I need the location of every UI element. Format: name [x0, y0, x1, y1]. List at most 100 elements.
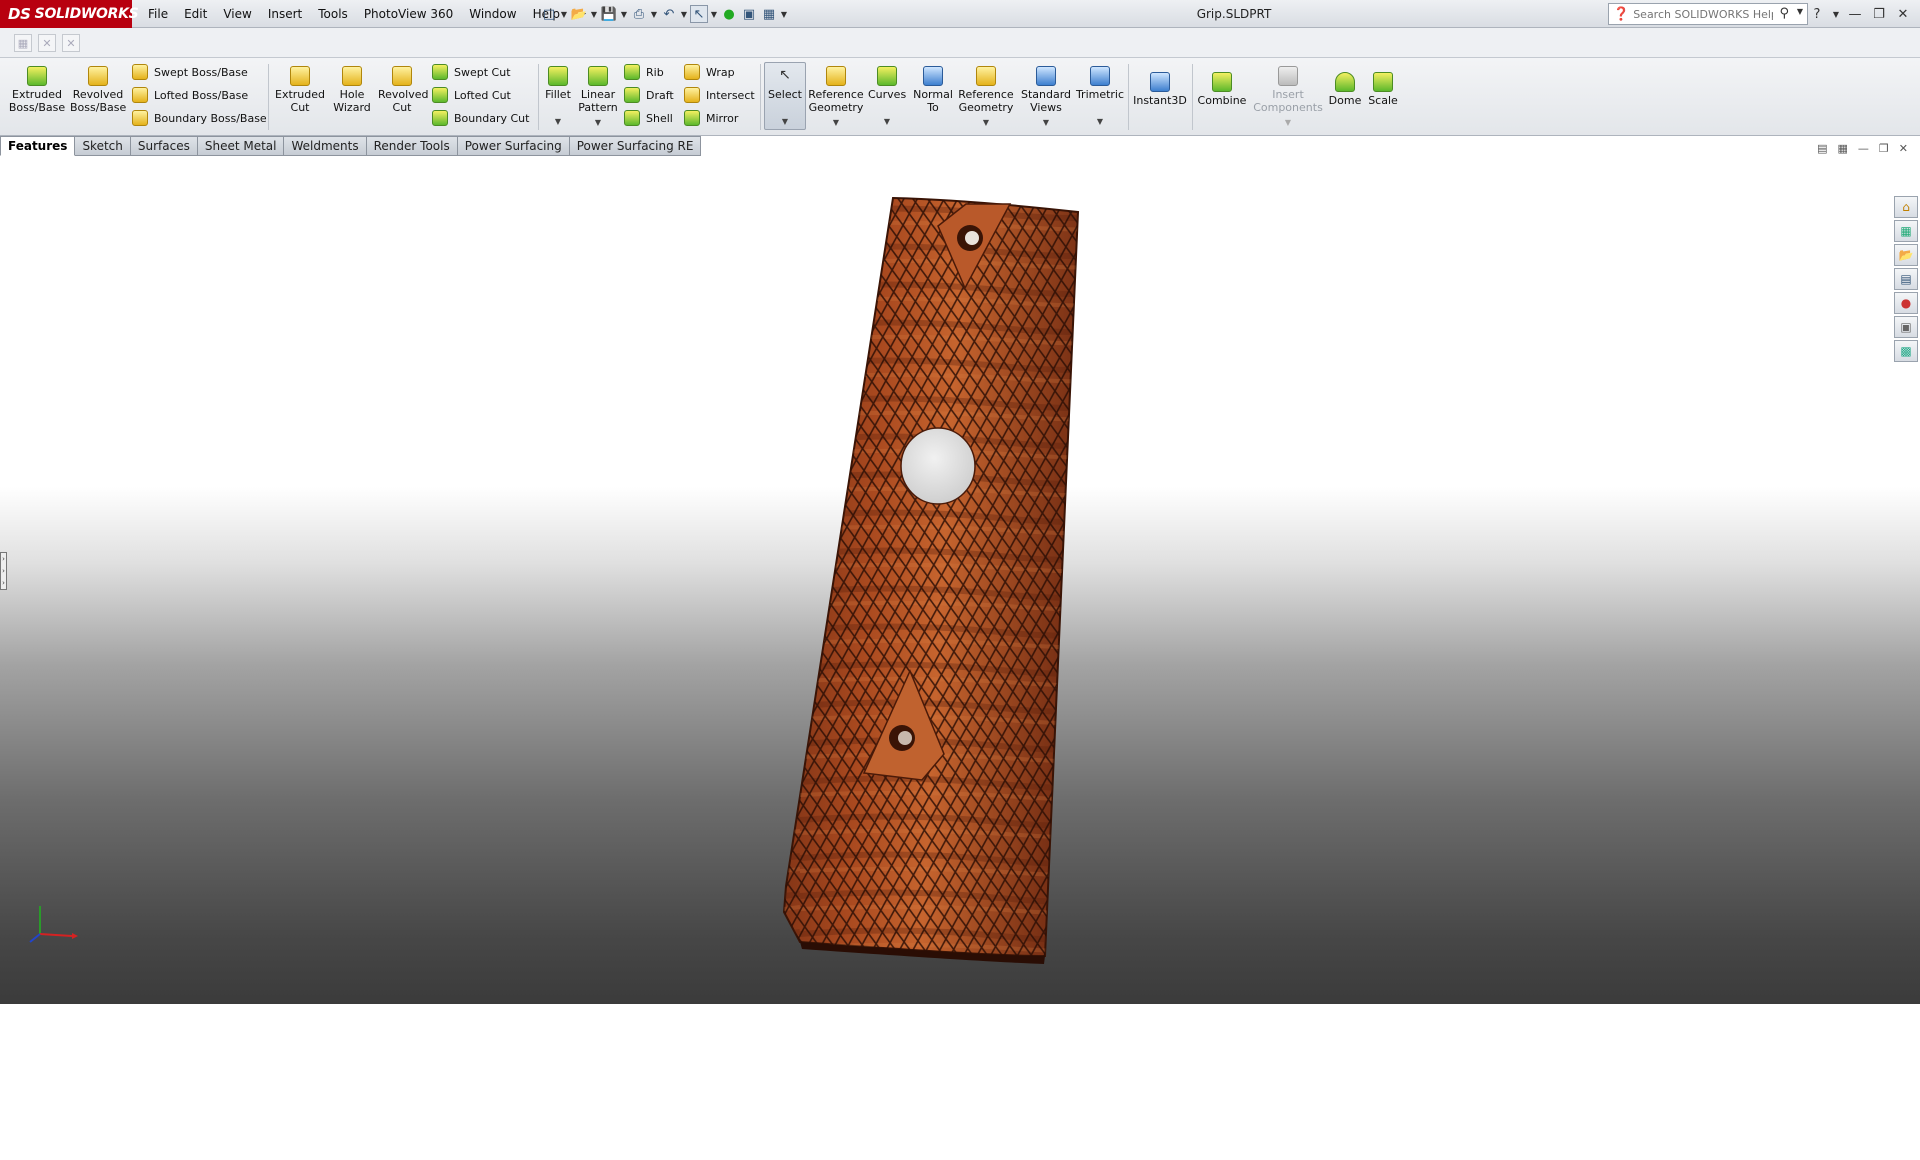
new-dropdown-icon[interactable]: ▼ [560, 5, 568, 23]
print-icon[interactable]: ⎙ [630, 5, 648, 23]
linear-pattern-button[interactable]: Linear Pattern ▼ [578, 66, 618, 129]
insert-components-dropdown-icon[interactable]: ▼ [1252, 116, 1324, 129]
select-button[interactable]: ↖ Select ▼ [764, 62, 806, 130]
shell-button[interactable]: Shell [624, 108, 673, 128]
tile-horizontal-icon[interactable]: ▤ [1817, 142, 1827, 155]
standard-views-dropdown-icon[interactable]: ▼ [1018, 116, 1074, 129]
menu-view[interactable]: View [215, 7, 259, 21]
help-icon[interactable]: ? [1808, 7, 1826, 22]
scale-button[interactable]: Scale [1366, 72, 1400, 107]
open-folder-icon[interactable]: 📂 [570, 5, 588, 23]
magnifier-icon[interactable]: ⚲ [1779, 6, 1789, 21]
rebuild-icon[interactable]: ● [720, 5, 738, 23]
extruded-cut-button[interactable]: Extruded Cut [274, 66, 326, 114]
doc-restore-icon[interactable]: ❐ [1879, 142, 1889, 155]
normal-to-button[interactable]: Normal To [910, 66, 956, 114]
mirror-button[interactable]: Mirror [684, 108, 738, 128]
menu-photoview[interactable]: PhotoView 360 [356, 7, 461, 21]
fillet-button[interactable]: Fillet ▼ [542, 66, 574, 128]
undo-icon[interactable]: ↶ [660, 5, 678, 23]
search-input[interactable] [1633, 7, 1774, 21]
swept-boss-button[interactable]: Swept Boss/Base [132, 62, 248, 82]
options-icon[interactable]: ▦ [760, 5, 778, 23]
reference-geometry-button[interactable]: Reference Geometry ▼ [808, 66, 864, 129]
search-dropdown-icon[interactable]: ▼ [1797, 7, 1803, 16]
search-box[interactable]: ❓ ⚲ ▼ [1608, 3, 1808, 25]
dome-icon [1335, 72, 1355, 92]
tab-surfaces[interactable]: Surfaces [130, 136, 198, 156]
trimetric-button[interactable]: Trimetric ▼ [1074, 66, 1126, 128]
swept-cut-button[interactable]: Swept Cut [432, 62, 511, 82]
help-dropdown-icon[interactable]: ▼ [1832, 10, 1840, 19]
tab-sketch[interactable]: Sketch [75, 136, 131, 156]
close-x-icon[interactable]: ✕ [38, 34, 56, 52]
tab-render-tools[interactable]: Render Tools [366, 136, 458, 156]
appearances-icon[interactable]: ● [1894, 292, 1918, 314]
menu-tools[interactable]: Tools [310, 7, 356, 21]
reference-geometry-dropdown-icon[interactable]: ▼ [808, 116, 864, 129]
solidworks-logo[interactable]: DS SOLIDWORKS [0, 0, 139, 28]
dome-button[interactable]: Dome [1328, 72, 1362, 107]
options-dropdown-icon[interactable]: ▼ [780, 5, 788, 23]
trimetric-dropdown-icon[interactable]: ▼ [1074, 115, 1126, 128]
tab-features[interactable]: Features [0, 136, 76, 156]
file-explorer-icon[interactable]: ▤ [1894, 268, 1918, 290]
graphics-area[interactable]: › › › ⌂ ▦ 📂 ▤ ● ▣ ▩ [0, 156, 1920, 1160]
new-document-icon[interactable]: □ [540, 5, 558, 23]
home-icon[interactable]: ⌂ [1894, 196, 1918, 218]
boundary-boss-button[interactable]: Boundary Boss/Base [132, 108, 267, 128]
minimize-icon[interactable]: — [1846, 7, 1864, 22]
close-icon[interactable]: ✕ [1894, 7, 1912, 22]
draft-button[interactable]: Draft [624, 85, 674, 105]
file-properties-icon[interactable]: ▣ [740, 5, 758, 23]
menu-file[interactable]: File [140, 7, 176, 21]
tab-power-surfacing-re[interactable]: Power Surfacing RE [569, 136, 702, 156]
resources-icon[interactable]: ▦ [1894, 220, 1918, 242]
tab-weldments[interactable]: Weldments [284, 136, 367, 156]
doc-close-icon[interactable]: ✕ [1899, 142, 1908, 155]
rib-button[interactable]: Rib [624, 62, 664, 82]
fillet-dropdown-icon[interactable]: ▼ [542, 115, 574, 128]
curves-dropdown-icon[interactable]: ▼ [868, 115, 906, 128]
view-palette-icon[interactable]: ▩ [1894, 340, 1918, 362]
grip-model[interactable] [0, 156, 1920, 1004]
lofted-boss-button[interactable]: Lofted Boss/Base [132, 85, 248, 105]
wrap-button[interactable]: Wrap [684, 62, 735, 82]
save-dropdown-icon[interactable]: ▼ [620, 5, 628, 23]
intersect-button[interactable]: Intersect [684, 85, 755, 105]
revolved-boss-button[interactable]: Revolved Boss/Base [70, 66, 126, 114]
standard-views-button[interactable]: Standard Views ▼ [1018, 66, 1074, 129]
menu-window[interactable]: Window [461, 7, 524, 21]
reference-geometry-2-button[interactable]: Reference Geometry ▼ [958, 66, 1014, 129]
feature-tree-expand-handle[interactable]: › › › [0, 552, 7, 590]
grid-icon[interactable]: ▦ [14, 34, 32, 52]
tab-power-surfacing[interactable]: Power Surfacing [457, 136, 570, 156]
hole-wizard-button[interactable]: Hole Wizard [330, 66, 374, 114]
menu-insert[interactable]: Insert [260, 7, 310, 21]
instant3d-button[interactable]: Instant3D [1132, 72, 1188, 107]
reference-geometry-2-dropdown-icon[interactable]: ▼ [958, 116, 1014, 129]
select-dropdown-icon[interactable]: ▼ [765, 115, 805, 128]
insert-components-button[interactable]: Insert Components ▼ [1252, 66, 1324, 129]
dismiss-icon[interactable]: ✕ [62, 34, 80, 52]
tile-vertical-icon[interactable]: ▦ [1838, 142, 1848, 155]
lofted-cut-button[interactable]: Lofted Cut [432, 85, 511, 105]
doc-minimize-icon[interactable]: — [1858, 142, 1869, 155]
tab-sheet-metal[interactable]: Sheet Metal [197, 136, 285, 156]
boundary-cut-button[interactable]: Boundary Cut [432, 108, 529, 128]
save-icon[interactable]: 💾 [600, 5, 618, 23]
undo-dropdown-icon[interactable]: ▼ [680, 5, 688, 23]
linear-pattern-dropdown-icon[interactable]: ▼ [578, 116, 618, 129]
select-dropdown-icon[interactable]: ▼ [710, 5, 718, 23]
restore-icon[interactable]: ❐ [1870, 7, 1888, 22]
extruded-boss-button[interactable]: Extruded Boss/Base [8, 66, 66, 114]
custom-properties-icon[interactable]: ▣ [1894, 316, 1918, 338]
curves-button[interactable]: Curves ▼ [868, 66, 906, 128]
design-library-icon[interactable]: 📂 [1894, 244, 1918, 266]
print-dropdown-icon[interactable]: ▼ [650, 5, 658, 23]
combine-button[interactable]: Combine [1196, 72, 1248, 107]
menu-edit[interactable]: Edit [176, 7, 215, 21]
open-dropdown-icon[interactable]: ▼ [590, 5, 598, 23]
select-pointer-icon[interactable]: ↖ [690, 5, 708, 23]
revolved-cut-button[interactable]: Revolved Cut [378, 66, 428, 114]
